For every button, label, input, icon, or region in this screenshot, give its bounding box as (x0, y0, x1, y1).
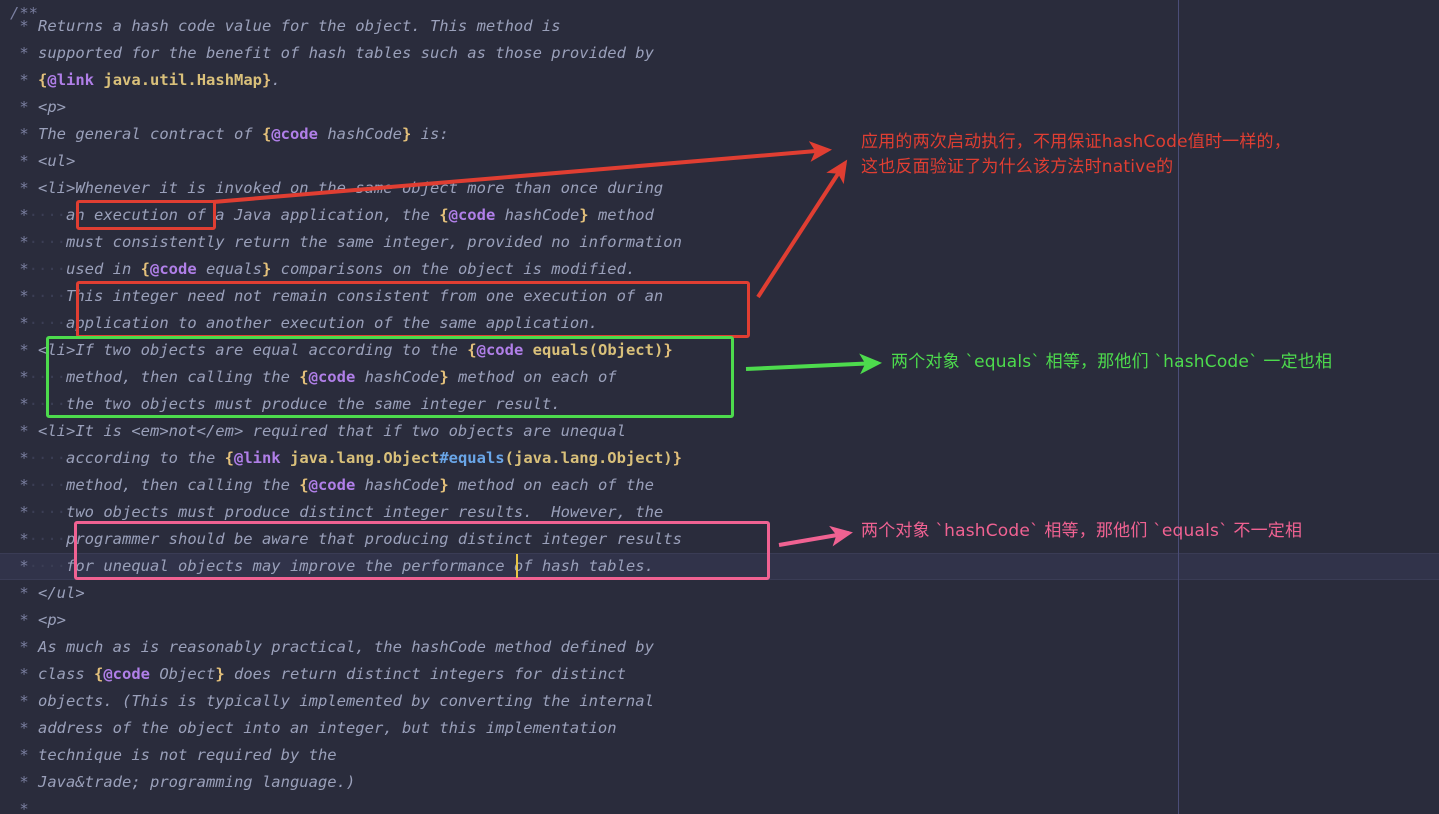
red-annotation-text: 应用的两次启动执行，不用保证hashCode值时一样的， 这也反面验证了为什么该… (861, 132, 1291, 177)
code-line[interactable]: *····must consistently return the same i… (0, 229, 682, 256)
code-line[interactable]: * (0, 796, 28, 814)
code-line[interactable]: *····method, then calling the {@code has… (0, 472, 654, 499)
code-line[interactable]: * <p> (0, 607, 66, 634)
code-line[interactable]: * class {@code Object} does return disti… (0, 661, 626, 688)
code-line[interactable]: * {@link java.util.HashMap}. (0, 67, 280, 94)
pink-annotation-text: 两个对象 `hashCode` 相等，那他们 `equals` 不一定相 (861, 521, 1303, 541)
code-line[interactable]: * objects. (This is typically implemente… (0, 688, 654, 715)
code-line[interactable]: * <ul> (0, 148, 75, 175)
green-annotation-text: 两个对象 `equals` 相等，那他们 `hashCode` 一定也相 (891, 352, 1333, 372)
code-line[interactable]: * <li>Whenever it is invoked on the same… (0, 175, 663, 202)
text-caret (516, 554, 518, 578)
code-line[interactable]: *····used in {@code equals} comparisons … (0, 256, 635, 283)
code-line[interactable]: * supported for the benefit of hash tabl… (0, 40, 654, 67)
code-line[interactable]: * The general contract of {@code hashCod… (0, 121, 448, 148)
code-line[interactable]: *····application to another execution of… (0, 310, 598, 337)
code-line[interactable]: *····for unequal objects may improve the… (0, 553, 654, 580)
code-line[interactable]: * <li>If two objects are equal according… (0, 337, 672, 364)
code-line[interactable]: *····the two objects must produce the sa… (0, 391, 560, 418)
code-line[interactable]: * address of the object into an integer,… (0, 715, 616, 742)
code-line[interactable]: * Returns a hash code value for the obje… (0, 13, 560, 40)
code-editor[interactable]: /** * Returns a hash code value for the … (0, 0, 1439, 814)
code-line[interactable]: * <li>It is <em>not</em> required that i… (0, 418, 626, 445)
code-line[interactable]: *····programmer should be aware that pro… (0, 526, 682, 553)
code-line[interactable]: *····according to the {@link java.lang.O… (0, 445, 682, 472)
code-line[interactable]: * </ul> (0, 580, 84, 607)
code-line[interactable]: * technique is not required by the (0, 742, 336, 769)
code-line[interactable]: *····two objects must produce distinct i… (0, 499, 663, 526)
code-line[interactable]: * Java&trade; programming language.) (0, 769, 355, 796)
code-line[interactable]: *····an execution of a Java application,… (0, 202, 654, 229)
code-content[interactable]: /** * Returns a hash code value for the … (0, 0, 1439, 814)
code-line[interactable]: * <p> (0, 94, 66, 121)
code-line[interactable]: *····method, then calling the {@code has… (0, 364, 616, 391)
code-line[interactable]: * As much as is reasonably practical, th… (0, 634, 654, 661)
code-line[interactable]: *····This integer need not remain consis… (0, 283, 663, 310)
